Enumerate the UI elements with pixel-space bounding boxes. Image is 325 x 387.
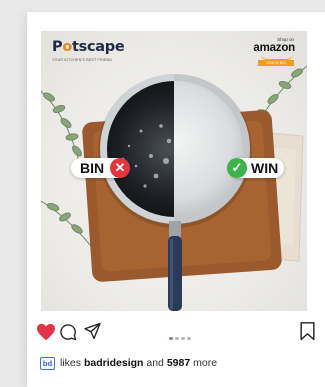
likes-and: and	[146, 357, 164, 369]
likes-suffix: more	[193, 357, 218, 369]
cross-icon: ✕	[110, 158, 130, 178]
logo-text-end: tscape	[72, 39, 125, 55]
bin-label-text: BIN	[80, 160, 105, 176]
link-in-bio-badge: LINK IN BIO	[258, 60, 294, 66]
carousel-indicator	[169, 327, 193, 340]
logo-pan-icon: o	[62, 39, 72, 55]
post-image[interactable]: Potscape YOUR KITCHEN'S BEST FRIEND Shop…	[41, 31, 307, 311]
bookmark-icon[interactable]	[299, 322, 316, 341]
bin-label: BIN ✕	[71, 158, 130, 178]
likes-text: likes badridesign and 5987 more	[60, 357, 217, 369]
liker-username[interactable]: badridesign	[84, 357, 144, 369]
likes-count[interactable]: 5987	[167, 357, 190, 369]
logo-text-start: P	[52, 39, 63, 55]
carousel-dot	[175, 336, 179, 340]
carousel-dot	[181, 336, 185, 340]
likes-prefix: likes	[60, 357, 82, 369]
amazon-logo: amazon	[253, 42, 295, 54]
liker-avatar[interactable]: bd	[40, 357, 55, 370]
brand-tagline: YOUR KITCHEN'S BEST FRIEND	[52, 58, 113, 62]
heart-icon[interactable]	[36, 323, 56, 341]
share-icon[interactable]	[83, 322, 102, 340]
carousel-dot	[187, 336, 191, 340]
win-label: ✓ WIN	[227, 158, 284, 178]
comment-icon[interactable]	[59, 323, 77, 341]
carousel-dot	[169, 336, 173, 340]
win-label-text: WIN	[251, 160, 279, 176]
post-card: Potscape YOUR KITCHEN'S BEST FRIEND Shop…	[27, 12, 325, 387]
potscape-logo: Potscape	[52, 39, 125, 55]
check-icon: ✓	[227, 158, 247, 178]
